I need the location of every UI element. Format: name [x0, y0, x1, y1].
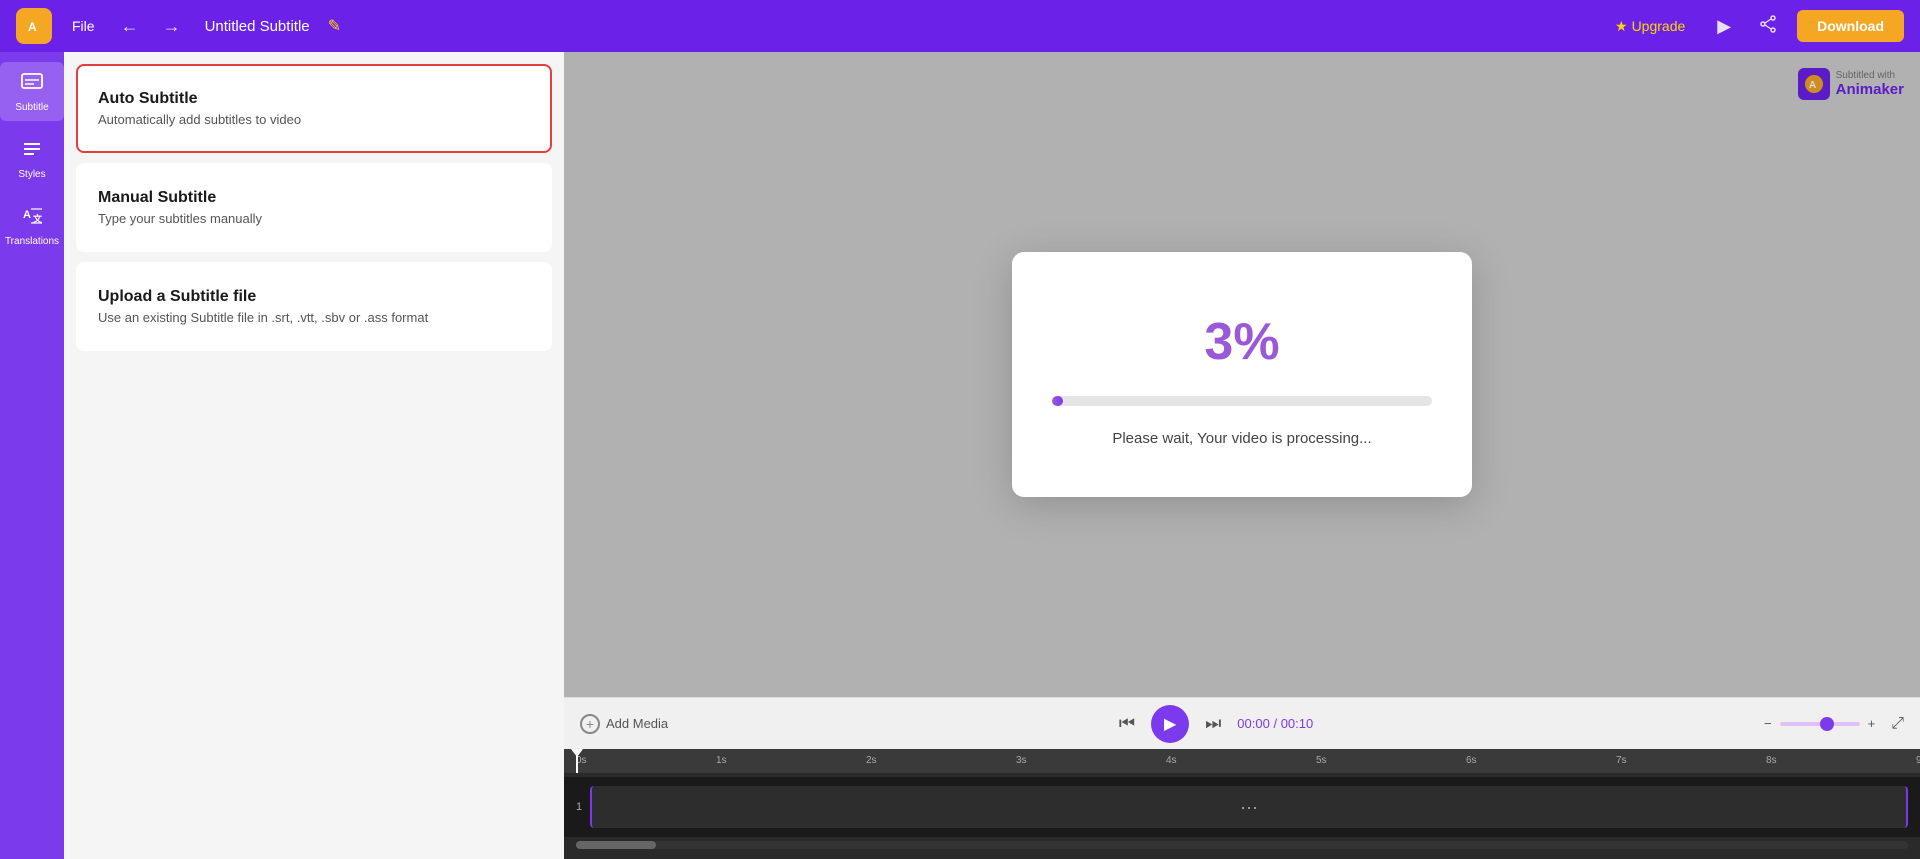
- svg-text:A: A: [28, 20, 37, 34]
- add-media-plus-icon: +: [580, 714, 600, 734]
- time-display: 00:00 / 00:10: [1237, 716, 1313, 731]
- share-icon[interactable]: [1759, 15, 1777, 38]
- zoom-slider-thumb: [1820, 717, 1834, 731]
- canvas-preview: A Subtitled with Animaker 3% Please: [564, 52, 1920, 697]
- icon-sidebar: Subtitle Styles A 文 Translati: [0, 52, 64, 859]
- auto-subtitle-card[interactable]: Auto Subtitle Automatically add subtitle…: [76, 64, 552, 153]
- svg-text:A: A: [23, 209, 31, 221]
- ruler-mark-7: 7s: [1616, 755, 1627, 766]
- processing-modal-overlay: 3% Please wait, Your video is processing…: [564, 52, 1920, 697]
- styles-icon: [20, 137, 44, 167]
- timeline-scrollbar-thumb: [576, 841, 656, 849]
- sidebar-item-translations[interactable]: A 文 Translations: [0, 196, 64, 255]
- app-logo: A: [16, 8, 52, 44]
- sidebar-subtitle-label: Subtitle: [15, 102, 48, 113]
- upload-subtitle-title: Upload a Subtitle file: [98, 288, 530, 306]
- sidebar-styles-label: Styles: [18, 169, 45, 180]
- track-clip-options-icon[interactable]: ···: [1240, 797, 1258, 818]
- zoom-minus-button[interactable]: −: [1764, 716, 1772, 731]
- redo-button[interactable]: →: [157, 12, 187, 41]
- timeline-area: 0s 1s 2s 3s 4s 5s 6s 7s 8s 9s 10 1 ···: [564, 749, 1920, 859]
- star-icon: ★: [1615, 18, 1628, 35]
- ruler-mark-1: 1s: [716, 755, 727, 766]
- time-separator: /: [1273, 716, 1280, 731]
- track-number: 1: [576, 801, 582, 813]
- progress-bar-fill: [1052, 396, 1063, 406]
- progress-bar-background: [1052, 396, 1432, 406]
- skip-back-button[interactable]: ⏮: [1119, 713, 1135, 734]
- fullscreen-button[interactable]: ⤢: [1891, 715, 1904, 733]
- preview-play-icon[interactable]: ▶: [1717, 16, 1731, 37]
- add-media-label: Add Media: [606, 716, 668, 731]
- track-clip[interactable]: ···: [590, 786, 1908, 828]
- playhead: [576, 749, 578, 773]
- ruler-mark-6: 6s: [1466, 755, 1477, 766]
- translations-icon: A 文: [20, 204, 44, 234]
- edit-title-icon[interactable]: ✎: [328, 16, 341, 36]
- auto-subtitle-title: Auto Subtitle: [98, 90, 530, 108]
- upgrade-button[interactable]: ★ Upgrade: [1615, 18, 1685, 35]
- zoom-controls: − + ⤢: [1764, 715, 1904, 733]
- ruler-mark-8: 8s: [1766, 755, 1777, 766]
- total-time: 00:10: [1281, 716, 1314, 731]
- right-area: A Subtitled with Animaker 3% Please: [564, 52, 1920, 859]
- main-layout: Subtitle Styles A 文 Translati: [0, 52, 1920, 859]
- progress-percent: 3%: [1204, 312, 1279, 372]
- ruler-mark-2: 2s: [866, 755, 877, 766]
- document-title: Untitled Subtitle: [205, 18, 310, 35]
- ruler-mark-9: 9s: [1916, 755, 1920, 766]
- manual-subtitle-card[interactable]: Manual Subtitle Type your subtitles manu…: [76, 163, 552, 252]
- upload-subtitle-card[interactable]: Upload a Subtitle file Use an existing S…: [76, 262, 552, 351]
- timeline-ruler: 0s 1s 2s 3s 4s 5s 6s 7s 8s 9s 10: [564, 749, 1920, 773]
- undo-button[interactable]: ←: [115, 12, 145, 41]
- manual-subtitle-desc: Type your subtitles manually: [98, 211, 530, 226]
- upload-subtitle-desc: Use an existing Subtitle file in .srt, .…: [98, 310, 530, 325]
- playhead-triangle: [571, 749, 583, 757]
- zoom-plus-button[interactable]: +: [1868, 716, 1876, 731]
- sidebar-item-styles[interactable]: Styles: [0, 129, 64, 188]
- timeline-track: 1 ···: [564, 777, 1920, 837]
- play-button[interactable]: ▶: [1151, 705, 1189, 743]
- sidebar-item-subtitle[interactable]: Subtitle: [0, 62, 64, 121]
- ruler-mark-5: 5s: [1316, 755, 1327, 766]
- sidebar-translations-label: Translations: [5, 236, 59, 247]
- left-panel: Auto Subtitle Automatically add subtitle…: [64, 52, 564, 859]
- ruler-mark-3: 3s: [1016, 755, 1027, 766]
- topbar: A File ← → Untitled Subtitle ✎ ★ Upgrade…: [0, 0, 1920, 52]
- download-button[interactable]: Download: [1797, 10, 1904, 42]
- timeline-controls: ⏮ ▶ ⏭ 00:00 / 00:10: [680, 705, 1752, 743]
- current-time: 00:00: [1237, 716, 1270, 731]
- add-media-button[interactable]: + Add Media: [580, 714, 668, 734]
- manual-subtitle-title: Manual Subtitle: [98, 189, 530, 207]
- zoom-slider[interactable]: [1780, 722, 1860, 726]
- subtitle-icon: [20, 70, 44, 100]
- skip-forward-button[interactable]: ⏭: [1205, 713, 1221, 734]
- processing-modal: 3% Please wait, Your video is processing…: [1012, 252, 1472, 497]
- auto-subtitle-desc: Automatically add subtitles to video: [98, 112, 530, 127]
- playback-controls: + Add Media ⏮ ▶ ⏭ 00:00 / 00:10 − + ⤢: [564, 697, 1920, 749]
- timeline-scrollbar[interactable]: [576, 841, 1908, 849]
- ruler-mark-4: 4s: [1166, 755, 1177, 766]
- svg-text:文: 文: [32, 213, 43, 224]
- file-menu[interactable]: File: [64, 14, 103, 38]
- processing-status-text: Please wait, Your video is processing...: [1112, 430, 1371, 447]
